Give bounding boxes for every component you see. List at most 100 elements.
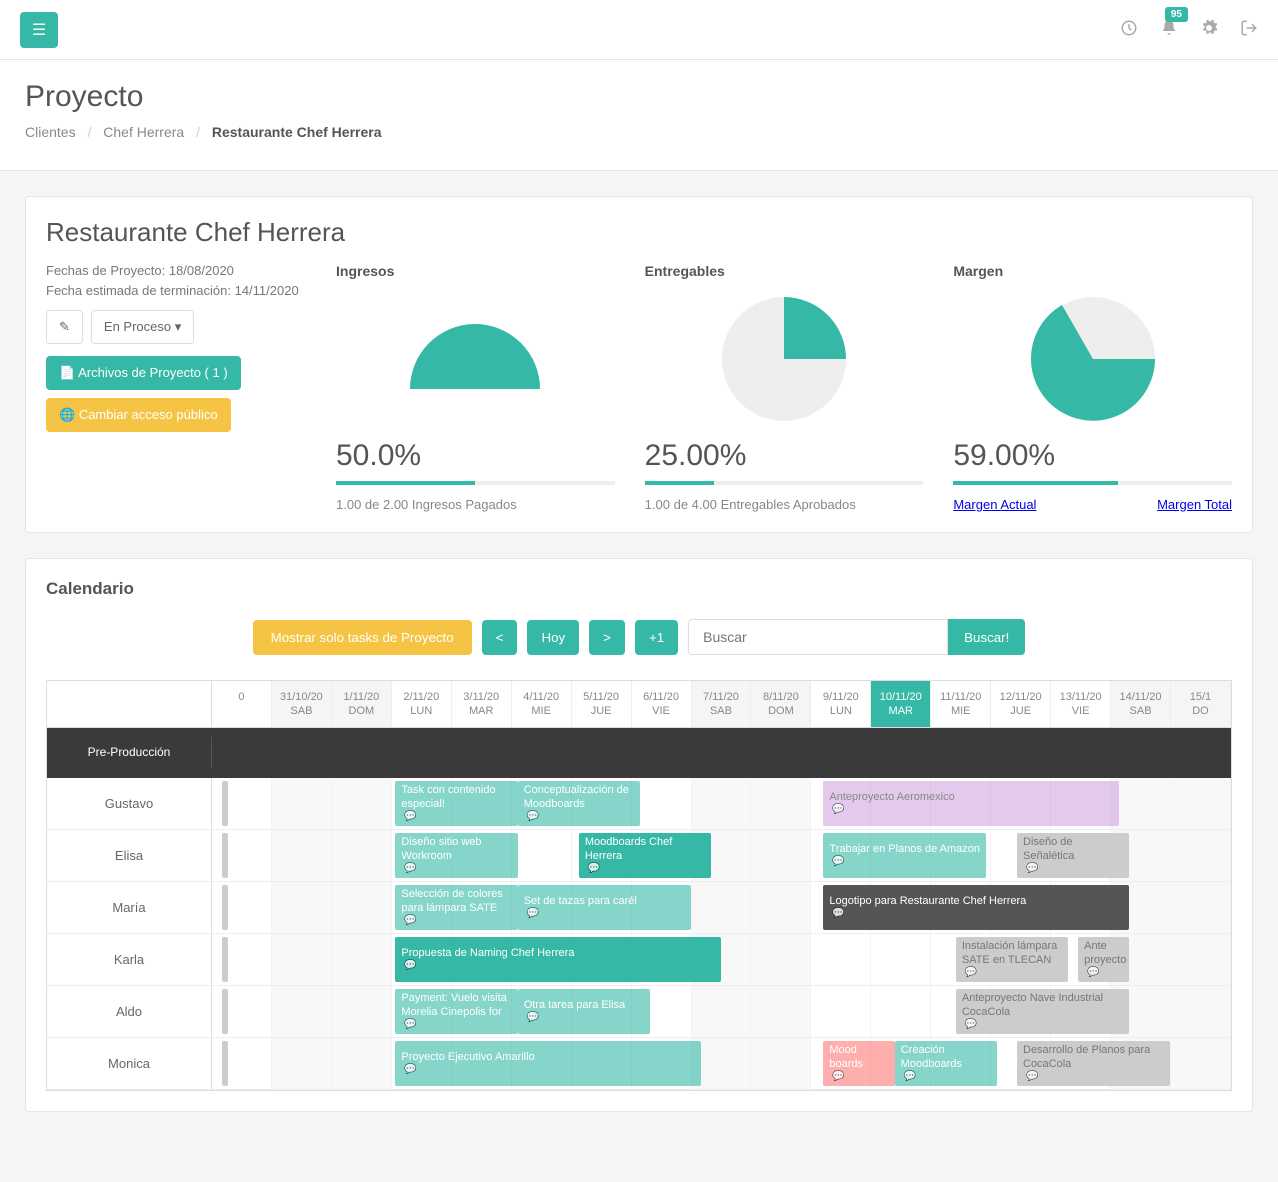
gantt-header: 031/10/20SAB1/11/20DOM2/11/20LUN3/11/20M…	[47, 681, 1231, 728]
gear-icon[interactable]	[1200, 19, 1218, 40]
drag-handle[interactable]	[222, 833, 228, 878]
task-bar[interactable]: Selección de colores para lámpara SATE	[395, 885, 517, 930]
gantt-date-col: 15/1DO	[1171, 681, 1231, 727]
task-bar[interactable]: Anteproyecto Nave Industrial CocaCola	[956, 989, 1129, 1034]
phase-label: Pre-Producción	[47, 737, 212, 769]
calendar-panel: Calendario Mostrar solo tasks de Proyect…	[25, 558, 1253, 1112]
task-bar[interactable]: Creación Moodboards	[895, 1041, 997, 1086]
task-bar[interactable]: Propuesta de Naming Chef Herrera	[395, 937, 721, 982]
drag-handle[interactable]	[222, 781, 228, 826]
filter-tasks-button[interactable]: Mostrar solo tasks de Proyecto	[253, 620, 472, 655]
task-bar[interactable]: Mood boards	[823, 1041, 894, 1086]
hamburger-icon: ☰	[32, 20, 46, 40]
ingresos-chart	[336, 294, 615, 424]
gantt-row: Monica Proyecto Ejecutivo Amarillo Mood bo…	[47, 1038, 1231, 1090]
task-bar[interactable]: Payment: Vuelo visita Morelia Cinepolis …	[395, 989, 517, 1034]
task-bar[interactable]: Trabajar en Planos de Amazon	[823, 833, 986, 878]
task-bar[interactable]: Anteproyecto Aeromexico	[823, 781, 1119, 826]
breadcrumb-l3: Restaurante Chef Herrera	[212, 124, 382, 140]
edit-button[interactable]: ✎	[46, 310, 83, 344]
breadcrumb-l1[interactable]: Clientes	[25, 124, 76, 140]
logout-icon[interactable]	[1240, 19, 1258, 40]
task-bar[interactable]: Otra tarea para Elisa	[518, 989, 650, 1034]
notifications-badge: 95	[1165, 7, 1188, 22]
gantt-row: Gustavo Task con contenido especial!Conce…	[47, 778, 1231, 830]
project-dates: Fechas de Proyecto: 18/08/2020	[46, 263, 306, 278]
margen-total-link[interactable]: Margen Total	[1157, 497, 1232, 512]
gantt-date-col: 6/11/20VIE	[632, 681, 692, 727]
breadcrumb: Clientes / Chef Herrera / Restaurante Ch…	[25, 124, 1253, 140]
task-bar[interactable]: Conceptualización de Moodboards	[518, 781, 640, 826]
gantt-date-col: 13/11/20VIE	[1051, 681, 1111, 727]
today-button[interactable]: Hoy	[527, 620, 579, 655]
gantt-date-col: 31/10/20SAB	[272, 681, 332, 727]
gantt-date-col: 9/11/20LUN	[811, 681, 871, 727]
row-label: María	[47, 882, 212, 933]
gantt-date-col: 3/11/20MAR	[452, 681, 512, 727]
gantt-row: Aldo Payment: Vuelo visita Morelia Cinepo…	[47, 986, 1231, 1038]
clock-icon[interactable]	[1120, 19, 1138, 40]
page-header: Proyecto Clientes / Chef Herrera / Resta…	[0, 60, 1278, 171]
gantt-date-col: 7/11/20SAB	[692, 681, 752, 727]
topbar: ☰ 95	[0, 0, 1278, 60]
task-bar[interactable]: Proyecto Ejecutivo Amarillo	[395, 1041, 701, 1086]
gantt-row: María Selección de colores para lámpara S…	[47, 882, 1231, 934]
row-label: Elisa	[47, 830, 212, 881]
public-access-button[interactable]: 🌐 Cambiar acceso público	[46, 398, 231, 432]
project-panel: Restaurante Chef Herrera Fechas de Proye…	[25, 196, 1253, 533]
gantt-date-col: 4/11/20MIE	[512, 681, 572, 727]
gantt-row: Karla Propuesta de Naming Chef Herrera Ins…	[47, 934, 1231, 986]
calendar-title: Calendario	[46, 579, 1232, 599]
project-files-button[interactable]: 📄 Archivos de Proyecto ( 1 )	[46, 356, 241, 390]
notifications-icon[interactable]: 95	[1160, 19, 1178, 40]
task-bar[interactable]: Diseño sitio web Workroom	[395, 833, 517, 878]
gantt-date-col: 5/11/20JUE	[572, 681, 632, 727]
gantt-date-col: 8/11/20DOM	[751, 681, 811, 727]
metric-entregables: Entregables 25.00% 1.00 de 4.00 Entregab…	[645, 263, 924, 512]
task-bar[interactable]: Moodboards Chef Herrera	[579, 833, 711, 878]
task-bar[interactable]: Instalación lámpara SATE en TLECAN	[956, 937, 1068, 982]
project-est: Fecha estimada de terminación: 14/11/202…	[46, 283, 306, 298]
globe-icon: 🌐	[59, 407, 75, 422]
entregables-bar	[645, 481, 715, 485]
status-dropdown[interactable]: En Proceso ▾	[91, 310, 194, 344]
gantt-date-col: 11/11/20MIE	[931, 681, 991, 727]
row-label: Gustavo	[47, 778, 212, 829]
gantt-chart: 031/10/20SAB1/11/20DOM2/11/20LUN3/11/20M…	[46, 680, 1232, 1091]
ingresos-bar	[336, 481, 475, 485]
margen-chart	[953, 294, 1232, 424]
row-label: Karla	[47, 934, 212, 985]
project-name: Restaurante Chef Herrera	[46, 217, 1232, 248]
topbar-right: 95	[1120, 19, 1258, 40]
row-label: Monica	[47, 1038, 212, 1089]
search-input[interactable]	[688, 619, 948, 655]
row-label: Aldo	[47, 986, 212, 1037]
task-bar[interactable]: Set de tazas para carél	[518, 885, 691, 930]
breadcrumb-l2[interactable]: Chef Herrera	[103, 124, 184, 140]
task-bar[interactable]: Desarrollo de Planos para CocaCola	[1017, 1041, 1170, 1086]
margen-bar	[953, 481, 1117, 485]
task-bar[interactable]: Task con contenido especial!	[395, 781, 517, 826]
gantt-date-col: 10/11/20MAR	[871, 681, 931, 727]
project-meta: Fechas de Proyecto: 18/08/2020 Fecha est…	[46, 263, 306, 512]
menu-toggle-button[interactable]: ☰	[20, 12, 58, 48]
gantt-date-col: 1/11/20DOM	[332, 681, 392, 727]
task-bar[interactable]: Diseño de Señalética	[1017, 833, 1129, 878]
drag-handle[interactable]	[222, 989, 228, 1034]
margen-actual-link[interactable]: Margen Actual	[953, 497, 1036, 512]
next-button[interactable]: >	[589, 620, 625, 655]
drag-handle[interactable]	[222, 885, 228, 930]
task-bar[interactable]: Ante proyecto	[1078, 937, 1129, 982]
metric-margen: Margen 59.00% Margen Actual Margen Total	[953, 263, 1232, 512]
pencil-icon: ✎	[59, 319, 70, 334]
search-button[interactable]: Buscar!	[948, 619, 1025, 655]
gantt-row: Elisa Diseño sitio web Workroom Moodboards…	[47, 830, 1231, 882]
drag-handle[interactable]	[222, 1041, 228, 1086]
page-title: Proyecto	[25, 80, 1253, 114]
prev-button[interactable]: <	[482, 620, 518, 655]
gantt-date-col: 14/11/20SAB	[1111, 681, 1171, 727]
plus-one-button[interactable]: +1	[635, 620, 678, 655]
task-bar[interactable]: Logotipo para Restaurante Chef Herrera	[823, 885, 1129, 930]
drag-handle[interactable]	[222, 937, 228, 982]
gantt-date-col: 12/11/20JUE	[991, 681, 1051, 727]
